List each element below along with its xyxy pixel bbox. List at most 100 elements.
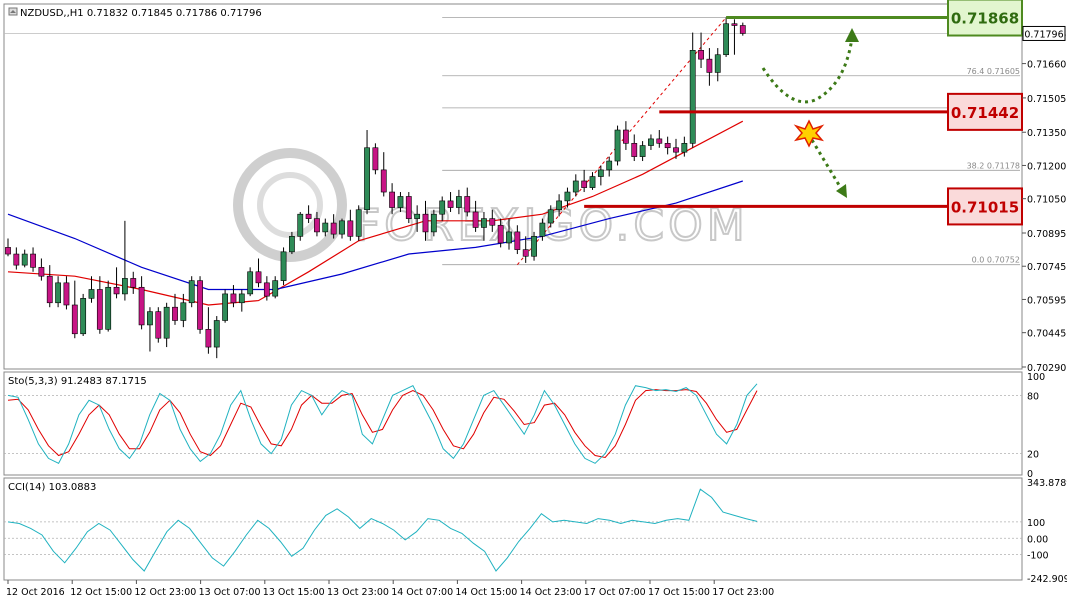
price-axis-label: 0.70595 xyxy=(1027,295,1066,306)
candle-body xyxy=(105,286,112,330)
candle-body xyxy=(180,302,187,321)
candle-body xyxy=(681,143,688,153)
price-axis-label: 0.70290 xyxy=(1027,363,1066,374)
candle-body xyxy=(531,236,537,257)
candle-body xyxy=(606,160,613,171)
time-axis: 12 Oct 2016 12 Oct 15:00 12 Oct 23:00 13 Oc… xyxy=(6,580,774,598)
cci-panel-frame xyxy=(3,477,1023,581)
candle-body xyxy=(581,180,588,188)
candle-body xyxy=(447,200,454,208)
time-axis-label: 13 Oct 23:00 xyxy=(327,587,389,598)
candle-body xyxy=(455,196,462,208)
candle-body xyxy=(314,218,320,233)
candle-body xyxy=(514,231,521,250)
candle-body xyxy=(305,213,312,219)
candle-body xyxy=(698,49,704,60)
candle-body xyxy=(272,280,279,297)
candle-body xyxy=(238,293,245,304)
candle-body xyxy=(539,222,546,237)
candle-body xyxy=(414,213,421,219)
candle-body xyxy=(497,224,504,244)
candle-body xyxy=(380,169,387,193)
candle-body xyxy=(648,138,654,146)
time-axis-label: 12 Oct 23:00 xyxy=(134,587,196,598)
candle-body xyxy=(689,49,696,144)
candle-body xyxy=(88,289,95,299)
time-axis-label: 12 Oct 2016 xyxy=(6,587,65,598)
stoch-axis-label: 20 xyxy=(1027,450,1039,461)
fib-level-label: 0.0 0.70752 xyxy=(972,256,1020,265)
price-axis-label: 0.71350 xyxy=(1027,128,1066,139)
candle-body xyxy=(631,143,638,157)
cci-axis-label: 100 xyxy=(1027,518,1045,529)
candle-body xyxy=(330,222,337,235)
candle-body xyxy=(439,200,446,215)
candle-body xyxy=(46,275,53,304)
cci-axis-label: -100 xyxy=(1027,551,1049,562)
candle-body xyxy=(205,329,212,348)
level-box-label: 0.71015 xyxy=(951,198,1019,216)
chart-canvas[interactable]: FOREXIGO.COM 76.4 0.7160550.0 0.7146038.… xyxy=(0,0,1067,604)
candle-body xyxy=(422,213,429,233)
candle-body xyxy=(506,231,512,244)
fib-level-label: 38.2 0.71178 xyxy=(967,161,1020,170)
candle-body xyxy=(38,267,45,277)
candle-body xyxy=(63,282,70,306)
price-axis-label: 0.70895 xyxy=(1027,229,1066,240)
candle-body xyxy=(481,218,487,228)
candle-body xyxy=(147,311,153,326)
time-axis-label: 14 Oct 23:00 xyxy=(520,587,582,598)
candle-body xyxy=(322,222,329,233)
candle-body xyxy=(572,180,579,193)
candle-body xyxy=(622,129,629,144)
candle-body xyxy=(297,213,304,237)
price-axis-label: 0.71660 xyxy=(1027,60,1066,71)
candle-body xyxy=(522,249,529,257)
time-axis-label: 14 Oct 15:00 xyxy=(455,587,517,598)
price-axis-label: 0.71200 xyxy=(1027,161,1066,172)
candle-body xyxy=(96,289,103,330)
candle-body xyxy=(639,145,646,157)
candle-body xyxy=(138,286,145,326)
cci-axis-label: 343.8789 xyxy=(1027,478,1067,489)
candle-body xyxy=(71,304,78,335)
stoch-panel-header: Sto(5,3,3) 91.2483 87.1715 xyxy=(8,376,147,387)
price-axis-label: 0.70445 xyxy=(1027,329,1066,340)
candle-body xyxy=(280,251,287,281)
candle-body xyxy=(706,58,713,73)
candle-body xyxy=(222,293,228,321)
candle-body xyxy=(673,147,679,153)
candle-body xyxy=(30,253,36,268)
candle-body xyxy=(247,271,254,295)
candle-body xyxy=(172,306,178,321)
candle-body xyxy=(664,143,671,149)
candle-body xyxy=(13,253,20,266)
candle-body xyxy=(188,280,195,304)
time-axis-label: 13 Oct 07:00 xyxy=(199,587,261,598)
price-axis-label: 0.71505 xyxy=(1027,94,1066,105)
price-axis-label: 0.71050 xyxy=(1027,195,1066,206)
time-axis-label: 14 Oct 07:00 xyxy=(391,587,453,598)
candle-body xyxy=(397,196,404,208)
time-axis-label: 17 Oct 07:00 xyxy=(584,587,646,598)
time-axis-label: 17 Oct 15:00 xyxy=(648,587,710,598)
candle-body xyxy=(213,320,220,348)
candle-body xyxy=(347,220,354,237)
price-axis: 0.71796 0.71660 0.71505 0.71350 0.71200 0.710… xyxy=(1022,25,1066,374)
candle-body xyxy=(255,271,262,284)
time-axis-label: 17 Oct 23:00 xyxy=(712,587,774,598)
candle-body xyxy=(55,282,61,304)
cci-panel-header: CCI(14) 103.0883 xyxy=(8,482,96,493)
candle-body xyxy=(464,196,471,213)
candle-body xyxy=(197,280,203,330)
candle-body xyxy=(230,293,237,304)
candle-body xyxy=(263,282,270,297)
symbol-icon xyxy=(8,7,18,16)
fib-level-label: 76.4 0.71605 xyxy=(967,67,1020,76)
level-box-label: 0.71442 xyxy=(951,104,1019,122)
level-box-label: 0.71868 xyxy=(951,10,1019,28)
candle-body xyxy=(564,191,571,202)
current-price-label: 0.71796 xyxy=(1024,29,1063,40)
candle-body xyxy=(389,191,395,208)
main-panel-header: NZDUSD,,H1 0.71832 0.71845 0.71786 0.717… xyxy=(20,8,262,19)
